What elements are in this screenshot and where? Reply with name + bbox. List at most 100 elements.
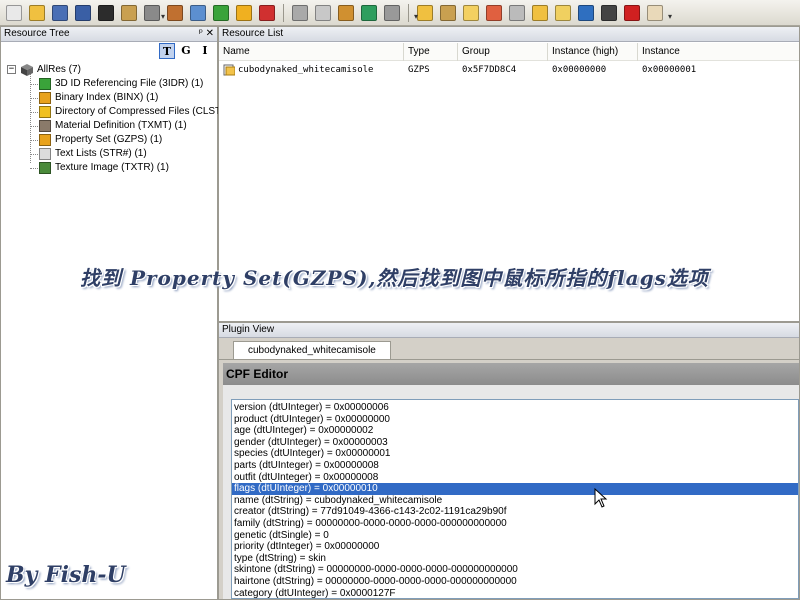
tree-view-i-button[interactable]: I <box>197 43 213 59</box>
row-name: cubodynaked_whitecamisole <box>238 65 374 75</box>
plugin-icon[interactable] <box>361 5 377 21</box>
signature-overlay: By Fish-U <box>6 562 126 588</box>
cut-icon[interactable] <box>315 5 331 21</box>
property-row[interactable]: gender (dtUInteger) = 0x00000003 <box>232 437 798 449</box>
resource-type-icon <box>39 148 51 160</box>
sync-icon[interactable] <box>578 5 594 21</box>
refresh-icon[interactable] <box>236 5 252 21</box>
resource-list-title: Resource List <box>222 28 284 39</box>
column-name[interactable]: Name <box>219 43 404 61</box>
tree-item[interactable]: Directory of Compressed Files (CLST) (1) <box>5 105 239 119</box>
tree-connector <box>30 84 38 85</box>
tools-icon[interactable] <box>121 5 137 21</box>
tree-item[interactable]: Property Set (GZPS) (1) <box>5 133 217 147</box>
property-row[interactable]: category (dtUInteger) = 0x0000127F <box>232 588 798 600</box>
tree-connector <box>30 126 38 127</box>
tree-connector <box>30 154 38 155</box>
property-row[interactable]: outfit (dtUInteger) = 0x00000008 <box>232 472 798 484</box>
close-icon[interactable] <box>98 5 114 21</box>
instruction-overlay: 找到 Property Set(GZPS),然后找到图中鼠标所指的flags选项 <box>80 266 709 290</box>
pin-icon[interactable]: ᵖ <box>199 27 203 41</box>
note2-icon[interactable] <box>532 5 548 21</box>
tree-root[interactable]: − AllRes (7) <box>5 63 217 77</box>
property-row[interactable]: parts (dtUInteger) = 0x00000008 <box>232 460 798 472</box>
close-red-icon[interactable] <box>624 5 640 21</box>
property-row[interactable]: version (dtUInteger) = 0x00000006 <box>232 402 798 414</box>
save-as-icon[interactable] <box>75 5 91 21</box>
tree-item[interactable]: Text Lists (STR#) (1) <box>5 147 217 161</box>
property-row[interactable]: creator (dtString) = 77d91049-4366-c143-… <box>232 506 798 518</box>
delete-icon[interactable] <box>292 5 308 21</box>
tree-item-label: Property Set (GZPS) (1) <box>55 134 163 145</box>
tree-connector <box>30 112 38 113</box>
package-icon[interactable] <box>167 5 183 21</box>
mail-icon[interactable] <box>259 5 275 21</box>
tab-plugin-resource[interactable]: cubodynaked_whitecamisole <box>233 341 391 359</box>
property-row[interactable]: hairtone (dtString) = 00000000-0000-0000… <box>232 576 798 588</box>
toolbar-separator <box>283 4 284 22</box>
tools2-icon[interactable] <box>384 5 400 21</box>
tree-root-label: AllRes (7) <box>37 64 81 75</box>
document-icon[interactable] <box>190 5 206 21</box>
resource-type-icon <box>39 120 51 132</box>
cpf-property-list[interactable]: version (dtUInteger) = 0x00000006 product… <box>231 399 799 599</box>
tree-item-label: Texture Image (TXTR) (1) <box>55 162 169 173</box>
property-set-icon <box>223 64 235 76</box>
table-row[interactable]: cubodynaked_whitecamisole GZPS 0x5F7DD8C… <box>219 62 799 78</box>
delete-note-icon[interactable] <box>486 5 502 21</box>
tree-item[interactable]: Material Definition (TXMT) (1) <box>5 119 217 133</box>
save-icon[interactable] <box>440 5 456 21</box>
plugin-view-title: Plugin View <box>222 324 275 335</box>
resource-tree-title: Resource Tree <box>4 28 70 39</box>
property-row[interactable]: species (dtUInteger) = 0x00000001 <box>232 448 798 460</box>
row-instance: 0x00000001 <box>642 65 697 75</box>
tree-view-g-button[interactable]: G <box>178 43 194 59</box>
toolbar-separator <box>408 4 409 22</box>
property-row[interactable]: skintone (dtString) = 00000000-0000-0000… <box>232 564 798 576</box>
tree-item[interactable]: 3D ID Referencing File (3IDR) (1) <box>5 77 217 91</box>
property-row[interactable]: type (dtString) = skin <box>232 553 798 565</box>
property-row[interactable]: name (dtString) = cubodynaked_whitecamis… <box>232 495 798 507</box>
tree-item[interactable]: Texture Image (TXTR) (1) <box>5 161 217 175</box>
toolbar-overflow-icon[interactable]: ▾ <box>414 12 422 22</box>
tree-connector <box>30 98 38 99</box>
settings-icon[interactable] <box>144 5 160 21</box>
resource-type-icon <box>39 78 51 90</box>
resource-type-icon <box>39 162 51 174</box>
row-instance-high: 0x00000000 <box>552 65 607 75</box>
open-icon[interactable] <box>29 5 45 21</box>
column-instance-high[interactable]: Instance (high) <box>548 43 638 61</box>
resource-type-icon <box>39 134 51 146</box>
toolbar-overflow-icon[interactable]: ▾ <box>161 12 169 22</box>
note-icon[interactable] <box>463 5 479 21</box>
row-type: GZPS <box>408 65 430 75</box>
image-icon[interactable] <box>338 5 354 21</box>
resource-tree-header: Resource Tree ᵖ ✕ <box>1 27 217 42</box>
new-icon[interactable] <box>6 5 22 21</box>
save-icon[interactable] <box>52 5 68 21</box>
comment-icon[interactable] <box>509 5 525 21</box>
note3-icon[interactable] <box>555 5 571 21</box>
property-row[interactable]: priority (dtInteger) = 0x00000000 <box>232 541 798 553</box>
close-icon[interactable]: ✕ <box>206 27 214 41</box>
toolbar-overflow-icon[interactable]: ▾ <box>668 12 676 22</box>
hat-icon[interactable] <box>601 5 617 21</box>
cube-icon <box>21 64 33 76</box>
tree-item[interactable]: Binary Index (BINX) (1) <box>5 91 217 105</box>
column-group[interactable]: Group <box>458 43 548 61</box>
property-row[interactable]: genetic (dtSingle) = 0 <box>232 530 798 542</box>
row-group: 0x5F7DD8C4 <box>462 65 517 75</box>
column-instance[interactable]: Instance <box>638 43 800 61</box>
property-row[interactable]: age (dtUInteger) = 0x00000002 <box>232 425 798 437</box>
tab-strip-line <box>219 359 799 360</box>
tree-view-t-button[interactable]: T <box>159 43 175 59</box>
property-row-selected[interactable]: flags (dtUInteger) = 0x00000010 <box>232 483 798 496</box>
link-icon[interactable] <box>213 5 229 21</box>
property-row[interactable]: product (dtUInteger) = 0x00000000 <box>232 414 798 426</box>
main-toolbar: ▾ ▾ ▾ <box>0 0 800 26</box>
column-type[interactable]: Type <box>404 43 458 61</box>
eraser-icon[interactable] <box>647 5 663 21</box>
plugin-view-panel: Plugin View cubodynaked_whitecamisole CP… <box>218 322 800 600</box>
property-row[interactable]: family (dtString) = 00000000-0000-0000-0… <box>232 518 798 530</box>
collapse-icon[interactable]: − <box>7 65 16 74</box>
